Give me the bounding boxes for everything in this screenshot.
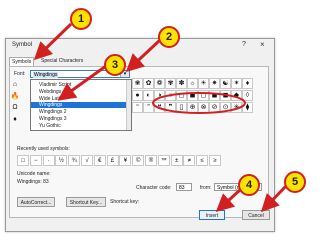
callout-arrow-2	[125, 38, 162, 73]
callout-badge-3: 3	[104, 54, 126, 76]
callout-arrow-3	[57, 64, 107, 101]
highlight-ellipse	[152, 92, 246, 114]
callout-badge-2: 2	[158, 26, 180, 48]
callout-badge-4: 4	[238, 174, 260, 196]
callout-badge-5: 5	[284, 171, 306, 193]
callout-badge-1: 1	[70, 8, 92, 30]
callout-arrow-4	[215, 188, 242, 213]
callout-arrow-1	[33, 22, 73, 61]
callout-arrow-5	[260, 184, 288, 213]
